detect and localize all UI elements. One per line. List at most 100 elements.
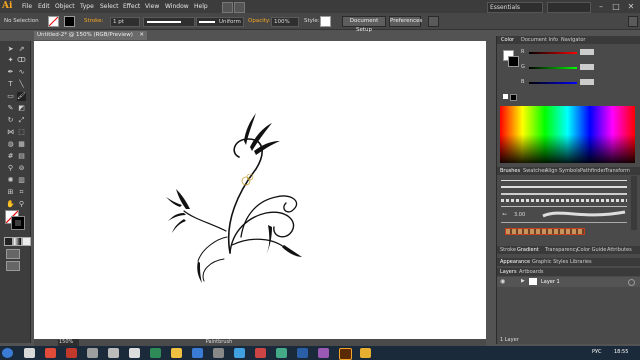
lasso-tool-icon[interactable]: ↀ (17, 56, 26, 65)
stroke-color-icon[interactable] (11, 216, 25, 230)
selection-tool-icon[interactable]: ➤ (6, 45, 15, 54)
variable-width-profile[interactable] (143, 17, 195, 27)
graphic-style-swatch[interactable] (320, 16, 331, 27)
taskbar-app-icon[interactable] (108, 348, 119, 358)
red-channel-slider[interactable] (529, 52, 577, 54)
blue-channel-field[interactable] (580, 79, 594, 85)
tab-brushes[interactable]: Brushes (500, 167, 520, 175)
tab-symbols[interactable]: Symbols (559, 167, 580, 175)
brush-stroke-4[interactable] (501, 199, 627, 202)
direct-selection-tool-icon[interactable]: ⇗ (17, 45, 26, 54)
opacity-field[interactable]: 100% (271, 17, 299, 27)
red-channel-field[interactable] (580, 49, 594, 55)
taskbar-app-icon[interactable] (87, 348, 98, 358)
symbol-sprayer-tool-icon[interactable]: ✺ (6, 176, 15, 185)
taskbar-app-icon[interactable] (192, 348, 203, 358)
workspace-switcher[interactable]: Essentials (487, 2, 543, 13)
align-icon[interactable] (428, 16, 439, 27)
eraser-tool-icon[interactable]: ◩ (17, 104, 26, 113)
menu-file[interactable]: File (22, 0, 32, 13)
visibility-eye-icon[interactable]: ◉ (500, 278, 505, 285)
drawing-mode-icon[interactable] (6, 249, 20, 259)
close-document-icon[interactable]: ✕ (139, 31, 144, 40)
start-button[interactable] (2, 348, 13, 358)
taskbar-app-icon[interactable] (360, 348, 371, 358)
system-clock[interactable]: 18:55 (614, 349, 628, 355)
document-setup-button[interactable]: Document Setup (342, 16, 386, 33)
zoom-level-field[interactable]: 150% (58, 339, 79, 346)
tab-transparency[interactable]: Transparency (545, 246, 578, 254)
taskbar-app-icon[interactable] (213, 348, 224, 358)
bridge-icon[interactable] (222, 2, 233, 13)
stroke-swatch[interactable] (64, 16, 75, 27)
close-button[interactable]: ✕ (624, 1, 638, 12)
document-tab[interactable]: Untitled-2* @ 150% (RGB/Preview) ✕ (34, 31, 147, 40)
menu-help[interactable]: Help (194, 0, 208, 13)
eyedropper-tool-icon[interactable]: ⚲ (6, 164, 15, 173)
tab-artboards[interactable]: Artboards (519, 268, 543, 276)
blend-tool-icon[interactable]: ⊚ (17, 164, 26, 173)
gradient-mode-icon[interactable] (13, 237, 22, 246)
taskbar-app-icon[interactable] (171, 348, 182, 358)
taskbar-app-icon[interactable] (297, 348, 308, 358)
menu-edit[interactable]: Edit (38, 0, 50, 13)
brushes-scrollbar[interactable] (631, 176, 637, 230)
tab-align[interactable]: Align (545, 167, 558, 175)
free-transform-tool-icon[interactable]: ⬚ (17, 128, 26, 137)
width-tool-icon[interactable]: ⋈ (6, 128, 15, 137)
tab-libraries[interactable]: Libraries (570, 258, 592, 266)
layer-row[interactable]: ◉ ▶ Layer 1 (497, 277, 640, 287)
tab-gradient[interactable]: Gradient (517, 246, 539, 254)
green-channel-slider[interactable] (529, 67, 577, 69)
layer-name[interactable]: Layer 1 (541, 279, 560, 285)
line-tool-icon[interactable]: ╲ (17, 80, 26, 89)
stroke-label[interactable]: Stroke: (84, 17, 103, 25)
taskbar-app-icon[interactable] (66, 348, 77, 358)
calligraphic-brush-preview[interactable] (541, 208, 627, 220)
taskbar-app-icon[interactable] (150, 348, 161, 358)
arrange-documents-icon[interactable] (234, 2, 245, 13)
taskbar-app-icon[interactable] (276, 348, 287, 358)
artboard-canvas[interactable] (34, 41, 486, 339)
white-swatch[interactable] (503, 94, 508, 99)
pencil-tool-icon[interactable]: ✎ (6, 104, 15, 113)
color-mode-icon[interactable] (4, 237, 13, 246)
tab-navigator[interactable]: Navigator (561, 36, 585, 44)
menu-object[interactable]: Object (55, 0, 75, 13)
artboard-tool-icon[interactable]: ⊞ (6, 188, 15, 197)
tab-appearance[interactable]: Appearance (500, 258, 530, 266)
brush-stroke-5[interactable] (501, 206, 627, 207)
type-tool-icon[interactable]: T (6, 80, 15, 89)
tab-transform[interactable]: Transform (605, 167, 630, 175)
perspective-grid-tool-icon[interactable]: ▦ (17, 140, 26, 149)
scale-tool-icon[interactable]: ⤢ (17, 116, 26, 125)
mesh-tool-icon[interactable]: # (6, 152, 15, 161)
blue-channel-slider[interactable] (529, 82, 577, 84)
shape-builder-tool-icon[interactable]: ◍ (6, 140, 15, 149)
layer-target-icon[interactable] (628, 279, 635, 286)
brush-stroke-3[interactable] (501, 193, 627, 195)
pattern-brush-selected[interactable] (505, 228, 585, 235)
none-mode-icon[interactable] (22, 237, 31, 246)
preferences-button[interactable]: Preferences (389, 16, 422, 27)
zoom-tool-icon[interactable]: ⚲ (17, 200, 26, 209)
taskbar-app-icon[interactable] (129, 348, 140, 358)
stroke-weight-field[interactable]: 1 pt (110, 17, 140, 27)
taskbar-illustrator-icon[interactable] (339, 348, 352, 360)
taskbar-app-icon[interactable] (255, 348, 266, 358)
color-stroke-swatch[interactable] (508, 56, 519, 67)
slice-tool-icon[interactable]: ⌗ (17, 188, 26, 197)
menu-type[interactable]: Type (80, 0, 94, 13)
rectangle-tool-icon[interactable]: ▭ (6, 92, 15, 101)
menu-view[interactable]: View (145, 0, 159, 13)
pen-tool-icon[interactable]: ✒ (6, 68, 15, 77)
menu-select[interactable]: Select (100, 0, 119, 13)
brush-stroke-2[interactable] (501, 186, 627, 188)
brush-stroke-6[interactable] (501, 222, 627, 223)
tab-swatches[interactable]: Swatches (523, 167, 547, 175)
tab-attributes[interactable]: Attributes (607, 246, 632, 254)
taskbar-app-icon[interactable] (318, 348, 329, 358)
fill-swatch[interactable] (48, 16, 59, 27)
taskbar-app-icon[interactable] (45, 348, 56, 358)
input-language[interactable]: РУС (592, 349, 602, 355)
